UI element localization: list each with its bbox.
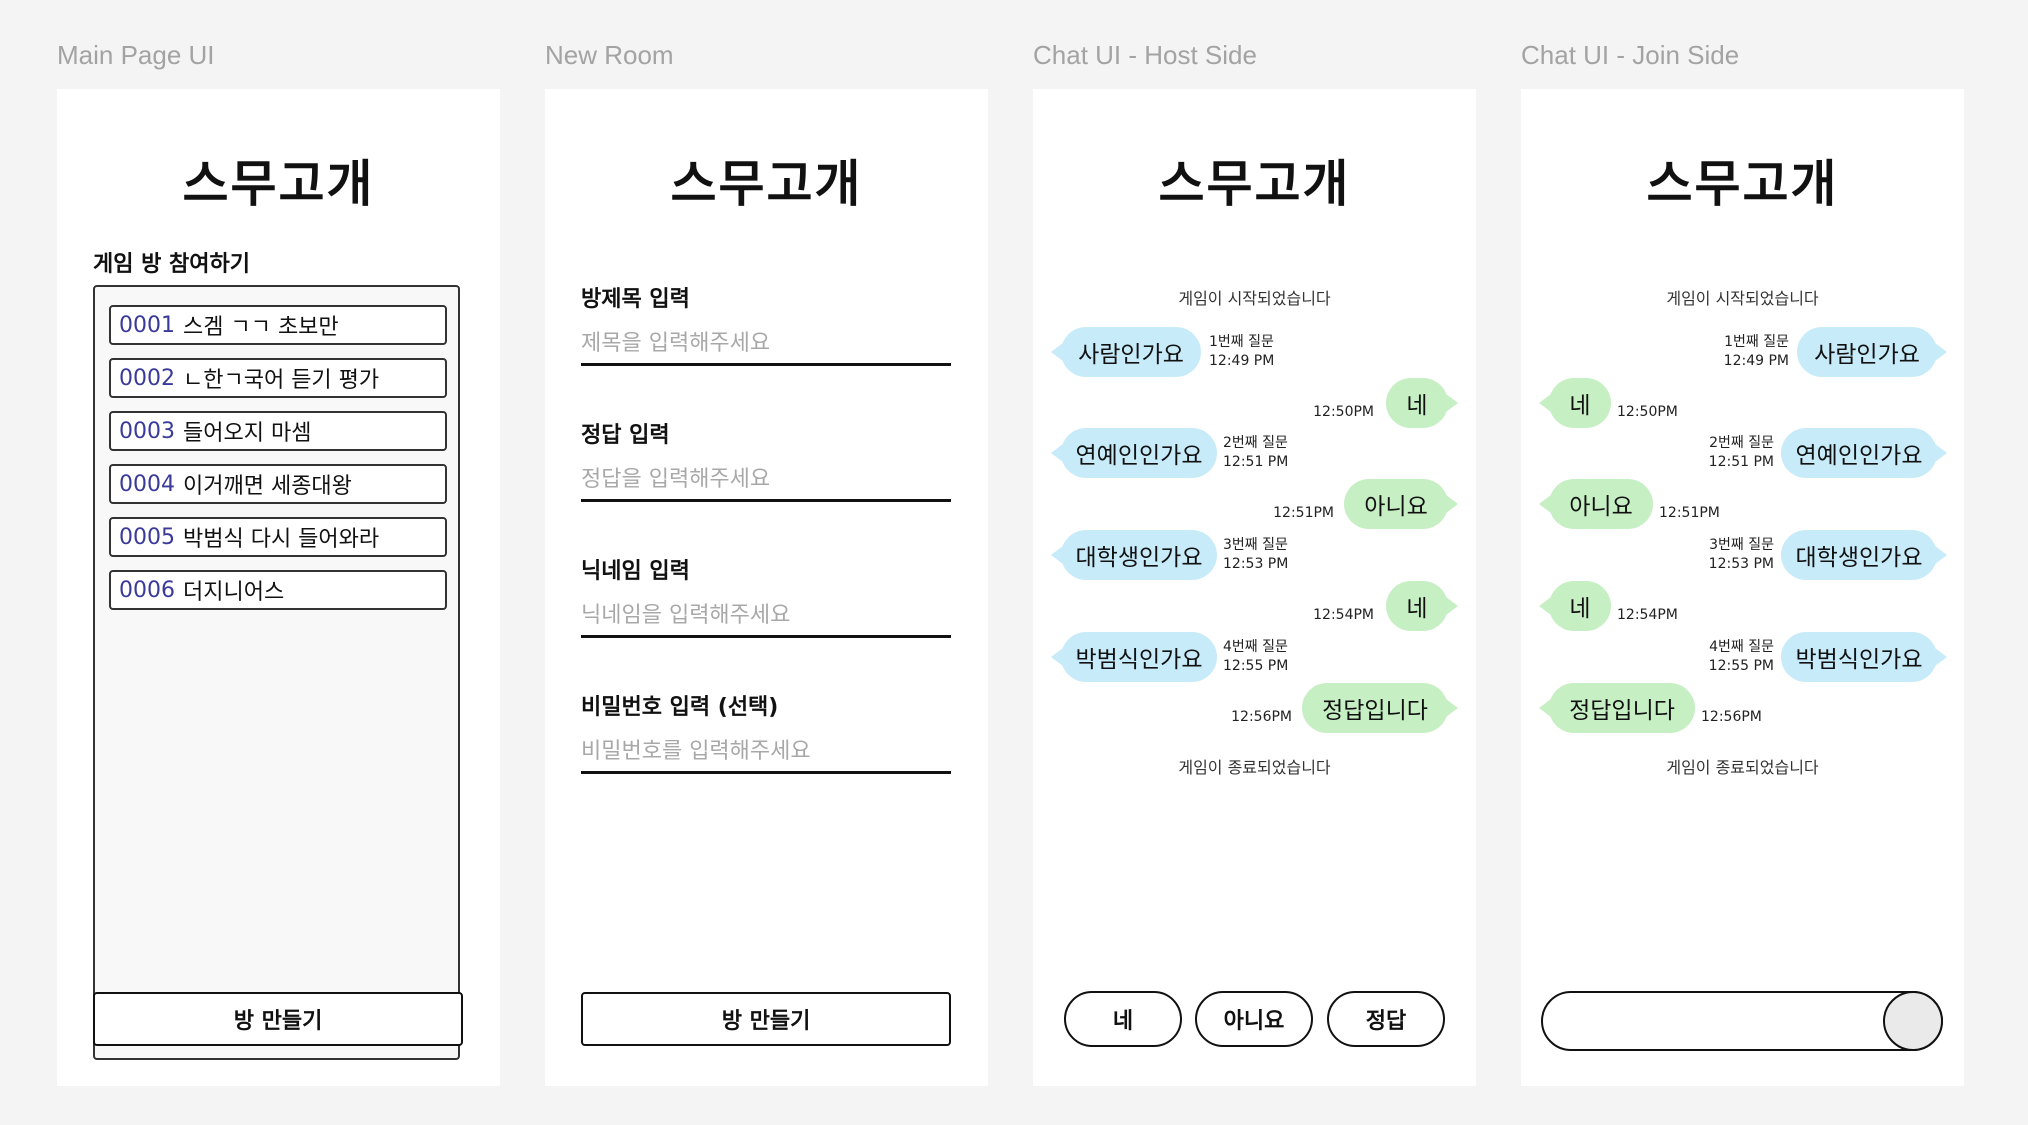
room-id: 0004 [119, 471, 175, 497]
no-button[interactable]: 아니요 [1195, 991, 1313, 1047]
frame-label-main: Main Page UI [57, 40, 215, 70]
app-logo: 스무고개 [1646, 154, 1839, 213]
question-bubble: 사람인가요 [1051, 327, 1201, 377]
yes-button[interactable]: 네 [1064, 991, 1182, 1047]
question-meta: 1번째 질문 12:49 PM [1723, 334, 1789, 369]
answer-bubble: 네 [1539, 581, 1611, 631]
room-title: 이거깨면 세종대왕 [183, 474, 352, 499]
question-meta: 3번째 질문 12:53 PM [1223, 537, 1289, 572]
answer-time: 12:51PM [1659, 505, 1720, 521]
main-page-frame: 스무고개 게임 방 참여하기 0001 스겜 ㄱㄱ 초보만 0002 ㄴ한ㄱ국어… [57, 89, 500, 1086]
answer-time: 12:54PM [1313, 607, 1374, 623]
answer-label: 정답 입력 [581, 423, 670, 448]
join-room-title: 게임 방 참여하기 [93, 252, 250, 277]
answer-bubble: 아니요 [1539, 479, 1653, 529]
game-start-message: 게임이 시작되었습니다 [1666, 289, 1819, 308]
answer-bubble: 네 [1386, 378, 1458, 428]
room-id: 0006 [119, 577, 175, 603]
question-bubble: 대학생인가요 [1051, 530, 1217, 580]
answer-time: 12:54PM [1617, 607, 1678, 623]
question-bubble: 박범식인가요 [1781, 632, 1947, 682]
question-bubble: 사람인가요 [1797, 327, 1947, 377]
app-logo: 스무고개 [182, 154, 375, 213]
answer-time: 12:51PM [1273, 505, 1334, 521]
question-bubble: 대학생인가요 [1781, 530, 1947, 580]
app-logo: 스무고개 [670, 154, 863, 213]
frame-label-join: Chat UI - Join Side [1521, 40, 1740, 70]
room-list: 0001 스겜 ㄱㄱ 초보만 0002 ㄴ한ㄱ국어 듣기 평가 0003 들어오… [93, 285, 460, 1060]
slider-knob[interactable] [1883, 991, 1943, 1051]
app-logo: 스무고개 [1158, 154, 1351, 213]
room-title: 스겜 ㄱㄱ 초보만 [183, 315, 339, 340]
answer-bubble: 정답입니다 [1539, 683, 1695, 733]
room-id: 0001 [119, 312, 175, 338]
answer-bubble: 네 [1539, 378, 1611, 428]
question-meta: 2번째 질문 12:51 PM [1708, 435, 1774, 470]
question-bubble: 박범식인가요 [1051, 632, 1217, 682]
password-label: 비밀번호 입력 (선택) [581, 695, 779, 720]
room-title: 들어오지 마셈 [183, 421, 312, 446]
room-item[interactable]: 0004 이거깨면 세종대왕 [109, 464, 447, 504]
question-bubble: 연예인인가요 [1051, 428, 1217, 478]
question-meta: 4번째 질문 12:55 PM [1708, 639, 1774, 674]
nickname-input[interactable] [581, 595, 951, 638]
answer-bubble: 정답입니다 [1302, 683, 1458, 733]
answer-time: 12:56PM [1701, 709, 1762, 725]
room-title-input[interactable] [581, 323, 951, 366]
room-id: 0002 [119, 365, 175, 391]
game-end-message: 게임이 종료되었습니다 [1178, 758, 1331, 777]
game-start-message: 게임이 시작되었습니다 [1178, 289, 1331, 308]
room-id: 0005 [119, 524, 175, 550]
frame-label-new-room: New Room [545, 40, 674, 70]
answer-time: 12:56PM [1231, 709, 1292, 725]
question-meta: 2번째 질문 12:51 PM [1223, 435, 1289, 470]
answer-bubble: 아니요 [1344, 479, 1458, 529]
host-chat-frame: 스무고개 게임이 시작되었습니다 사람인가요 1번째 질문 12:49 PM 네 … [1033, 89, 1476, 1086]
answer-time: 12:50PM [1617, 404, 1678, 420]
answer-bubble: 네 [1386, 581, 1458, 631]
create-room-button[interactable]: 방 만들기 [93, 992, 463, 1046]
room-id: 0003 [119, 418, 175, 444]
room-title-label: 방제목 입력 [581, 287, 690, 312]
room-item[interactable]: 0006 더지니어스 [109, 570, 447, 610]
question-meta: 3번째 질문 12:53 PM [1708, 537, 1774, 572]
room-item[interactable]: 0003 들어오지 마셈 [109, 411, 447, 451]
game-end-message: 게임이 종료되었습니다 [1666, 758, 1819, 777]
room-title: 박범식 다시 들어와라 [183, 527, 380, 552]
correct-button[interactable]: 정답 [1327, 991, 1445, 1047]
frame-label-host: Chat UI - Host Side [1033, 40, 1257, 70]
room-title: 더지니어스 [183, 580, 285, 605]
room-item[interactable]: 0001 스겜 ㄱㄱ 초보만 [109, 305, 447, 345]
nickname-label: 닉네임 입력 [581, 559, 690, 584]
question-bubble: 연예인인가요 [1781, 428, 1947, 478]
join-chat-frame: 스무고개 게임이 시작되었습니다 사람인가요 1번째 질문 12:49 PM 네 … [1521, 89, 1964, 1086]
question-meta: 1번째 질문 12:49 PM [1209, 334, 1275, 369]
room-title: ㄴ한ㄱ국어 듣기 평가 [183, 368, 380, 393]
room-item[interactable]: 0002 ㄴ한ㄱ국어 듣기 평가 [109, 358, 447, 398]
password-input[interactable] [581, 731, 951, 774]
create-room-button[interactable]: 방 만들기 [581, 992, 951, 1046]
answer-time: 12:50PM [1313, 404, 1374, 420]
message-slider[interactable] [1541, 991, 1943, 1051]
room-item[interactable]: 0005 박범식 다시 들어와라 [109, 517, 447, 557]
new-room-frame: 스무고개 방제목 입력 정답 입력 닉네임 입력 비밀번호 입력 (선택) 방 … [545, 89, 988, 1086]
answer-input[interactable] [581, 459, 951, 502]
question-meta: 4번째 질문 12:55 PM [1223, 639, 1289, 674]
